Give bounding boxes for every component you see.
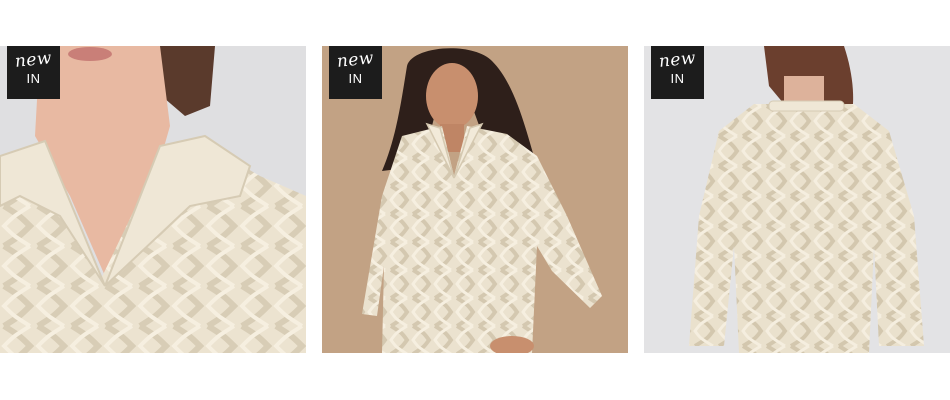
new-in-badge: new IN [329, 46, 382, 99]
product-image-1[interactable]: new IN [0, 46, 306, 353]
product-image-3[interactable]: new IN [644, 46, 950, 353]
badge-script-text: new [335, 48, 375, 72]
badge-caps-text: IN [348, 71, 363, 86]
badge-script-text: new [657, 48, 697, 72]
badge-caps-text: IN [26, 71, 41, 86]
new-in-badge: new IN [651, 46, 704, 99]
product-image-2[interactable]: new IN [322, 46, 628, 353]
badge-script-text: new [13, 48, 53, 72]
product-image-gallery: new IN new IN new IN [0, 0, 950, 400]
new-in-badge: new IN [7, 46, 60, 99]
badge-caps-text: IN [670, 71, 685, 86]
